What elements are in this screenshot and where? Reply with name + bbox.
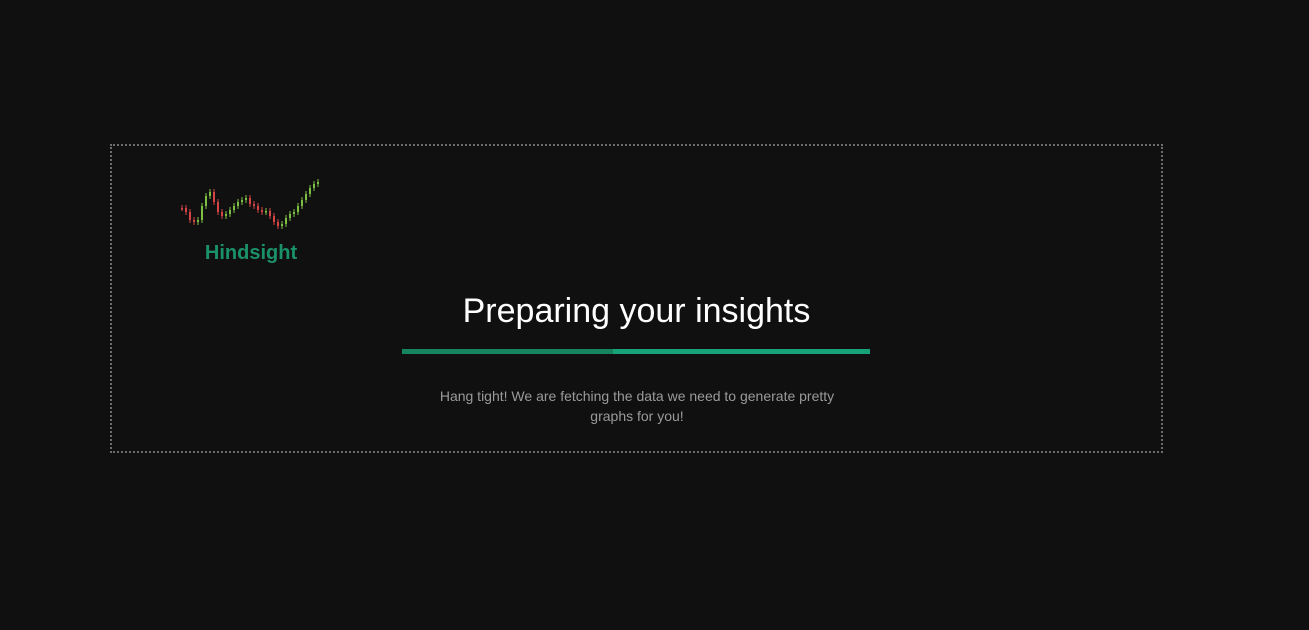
brand: Hindsight <box>176 176 326 265</box>
candlestick-chart-icon <box>181 179 319 229</box>
loader-message: Hang tight! We are fetching the data we … <box>439 388 835 424</box>
loader-title: Preparing your insights <box>462 292 811 330</box>
brand-name: Hindsight <box>204 242 298 264</box>
progress-bar-fill <box>402 349 613 354</box>
loading-card: Hindsight Preparing your insights Hang t… <box>110 144 1163 453</box>
progress-bar <box>402 349 870 354</box>
